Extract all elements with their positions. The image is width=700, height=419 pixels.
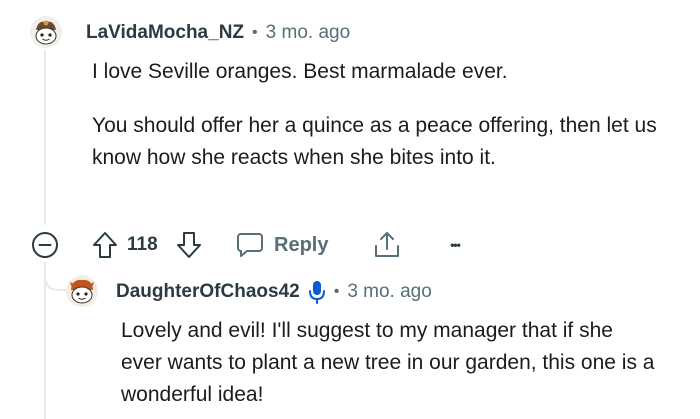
reply-paragraph: Lovely and evil! I'll suggest to my mana… (121, 319, 655, 406)
comment-timestamp[interactable]: 3 mo. ago (266, 22, 351, 44)
snoo-avatar-icon (66, 275, 98, 307)
meta-separator: • (252, 24, 258, 41)
more-options-icon: ••• (450, 238, 461, 252)
comment-meta: LaVidaMocha_NZ • 3 mo. ago (86, 20, 350, 46)
comment-username[interactable]: LaVidaMocha_NZ (86, 22, 244, 44)
thread-line (44, 50, 46, 225)
reply-body: Lovely and evil! I'll suggest to my mana… (121, 315, 656, 411)
comment-body: I love Seville oranges. Best marmalade e… (92, 56, 672, 174)
meta-separator: • (333, 283, 340, 300)
comment-bubble-icon (237, 233, 263, 257)
comment-paragraph: I love Seville oranges. Best marmalade e… (92, 60, 508, 83)
award-button[interactable] (371, 229, 403, 261)
reply-username[interactable]: DaughterOfChaos42 (116, 281, 300, 303)
collapse-button[interactable] (31, 231, 59, 259)
downvote-button[interactable] (174, 230, 204, 260)
snoo-avatar-icon (30, 16, 62, 48)
share-upload-icon (375, 232, 399, 257)
collapse-icon (32, 232, 58, 258)
reply-button[interactable]: Reply (236, 229, 336, 261)
upvote-button[interactable] (90, 230, 120, 260)
reply-meta: DaughterOfChaos42 • 3 mo. ago (116, 279, 432, 305)
op-microphone-icon (308, 280, 326, 304)
reply-label: Reply (274, 233, 329, 256)
vote-count: 118 (127, 234, 158, 255)
comment-actions: 118 Reply ••• (0, 225, 700, 265)
reply-timestamp[interactable]: 3 mo. ago (347, 281, 432, 303)
reply-avatar[interactable] (66, 275, 98, 307)
more-options-button[interactable]: ••• (440, 231, 470, 259)
avatar[interactable] (30, 16, 62, 48)
downvote-arrow-icon (177, 232, 201, 258)
upvote-arrow-icon (93, 232, 117, 258)
comment-paragraph: You should offer her a quince as a peace… (92, 114, 657, 169)
